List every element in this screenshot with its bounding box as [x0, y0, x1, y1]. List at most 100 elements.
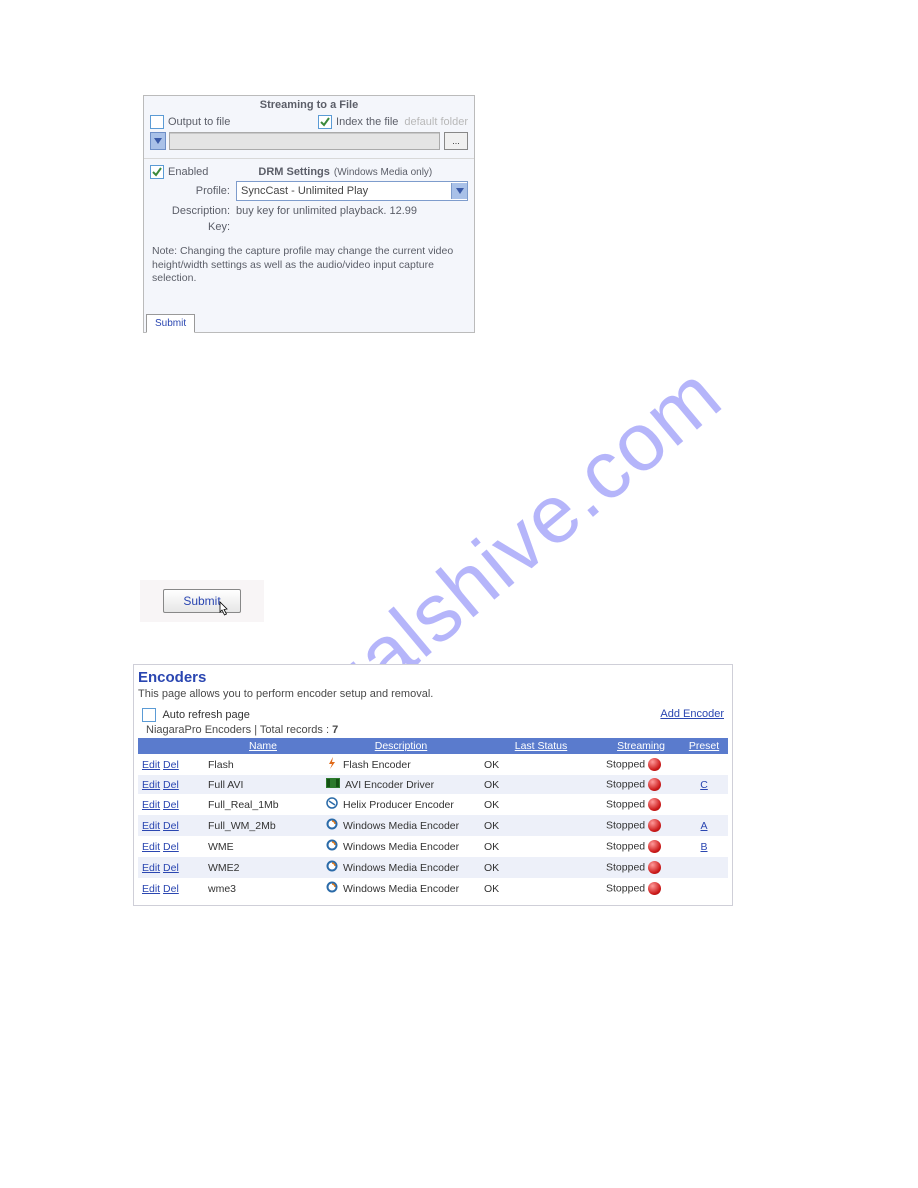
encoder-driver: Helix Producer Encoder	[343, 799, 454, 811]
index-the-file-checkbox[interactable]	[318, 115, 332, 129]
encoders-title: Encoders	[138, 669, 728, 686]
encoder-driver: Windows Media Encoder	[343, 841, 459, 853]
encoders-panel: Encoders This page allows you to perform…	[133, 664, 733, 906]
col-name[interactable]: Name	[204, 738, 322, 754]
encoder-status: OK	[480, 815, 602, 836]
table-row: Edit DelFull_WM_2MbWindows Media Encoder…	[138, 815, 728, 836]
encoder-name: Full AVI	[204, 775, 322, 794]
encoder-driver: Flash Encoder	[343, 759, 411, 771]
submit-button-figure: Submit	[140, 580, 264, 622]
table-row: Edit Del Full AVI AVI Encoder Driver OK Stop…	[138, 775, 728, 794]
preset-link[interactable]: A	[700, 820, 707, 832]
description-value: buy key for unlimited playback. 12.99	[236, 205, 468, 217]
col-description[interactable]: Description	[322, 738, 480, 754]
edit-link[interactable]: Edit	[142, 799, 160, 811]
streaming-status: Stopped	[606, 778, 645, 790]
del-link[interactable]: Del	[163, 841, 179, 853]
edit-link[interactable]: Edit	[142, 759, 160, 771]
stop-indicator-icon	[648, 819, 661, 832]
output-to-file-checkbox[interactable]	[150, 115, 164, 129]
browse-button[interactable]: ...	[444, 132, 468, 150]
col-streaming[interactable]: Streaming	[602, 738, 680, 754]
edit-link[interactable]: Edit	[142, 841, 160, 853]
streaming-status: Stopped	[606, 882, 645, 894]
drm-enabled-checkbox[interactable]	[150, 165, 164, 179]
encoder-status: OK	[480, 754, 602, 775]
drm-enabled-label: Enabled	[168, 166, 208, 178]
stop-indicator-icon	[648, 758, 661, 771]
encoders-table: Name Description Last Status Streaming P…	[138, 738, 728, 899]
edit-link[interactable]: Edit	[142, 862, 160, 874]
streaming-status: Stopped	[606, 861, 645, 873]
total-records: 7	[332, 724, 338, 736]
table-row: Edit Del Full_Real_1Mb Helix Producer Enco…	[138, 794, 728, 815]
path-dropdown-button[interactable]	[150, 132, 166, 150]
encoder-name: WME2	[204, 857, 322, 878]
encoder-status: OK	[480, 836, 602, 857]
encoder-name: WME	[204, 836, 322, 857]
drm-settings-subtitle: (Windows Media only)	[334, 167, 432, 178]
encoder-name: Flash	[204, 754, 322, 775]
stop-indicator-icon	[648, 861, 661, 874]
edit-link[interactable]: Edit	[142, 820, 160, 832]
output-to-file-label: Output to file	[168, 116, 230, 128]
encoder-name: Full_Real_1Mb	[204, 794, 322, 815]
col-last-status[interactable]: Last Status	[480, 738, 602, 754]
wme-icon	[326, 839, 338, 854]
profile-select-value: SyncCast - Unlimited Play	[241, 185, 368, 197]
wme-icon	[326, 818, 338, 833]
del-link[interactable]: Del	[163, 820, 179, 832]
description-label: Description:	[150, 205, 236, 217]
auto-refresh-checkbox[interactable]	[142, 708, 156, 722]
index-the-file-label: Index the file	[336, 116, 398, 128]
del-link[interactable]: Del	[163, 759, 179, 771]
wme-icon	[326, 881, 338, 896]
table-row: Edit Delwme3Windows Media EncoderOKStopp…	[138, 878, 728, 899]
del-link[interactable]: Del	[163, 862, 179, 874]
auto-refresh-label: Auto refresh page	[162, 709, 249, 721]
table-row: Edit DelWME2Windows Media EncoderOKStopp…	[138, 857, 728, 878]
encoder-status: OK	[480, 794, 602, 815]
table-row: Edit Del Flash Flash Encoder OK Stopped	[138, 754, 728, 775]
add-encoder-link[interactable]: Add Encoder	[660, 708, 724, 720]
cursor-pointer-icon	[214, 601, 232, 619]
encoder-name: wme3	[204, 878, 322, 899]
preset-link[interactable]: C	[700, 779, 708, 791]
drm-settings-title: DRM Settings	[258, 166, 330, 178]
encoder-status: OK	[480, 857, 602, 878]
key-label: Key:	[150, 221, 236, 233]
del-link[interactable]: Del	[163, 779, 179, 791]
helix-icon	[326, 797, 338, 812]
streaming-to-file-panel: Streaming to a File Output to file Index…	[143, 95, 475, 333]
encoder-driver: AVI Encoder Driver	[345, 779, 434, 791]
edit-link[interactable]: Edit	[142, 883, 160, 895]
streaming-panel-title: Streaming to a File	[144, 96, 474, 114]
submit-tab-button[interactable]: Submit	[146, 314, 195, 333]
preset-link[interactable]: B	[700, 841, 707, 853]
streaming-status: Stopped	[606, 798, 645, 810]
streaming-status: Stopped	[606, 758, 645, 770]
flash-icon	[326, 757, 338, 772]
encoder-status: OK	[480, 775, 602, 794]
encoders-subtitle: This page allows you to perform encoder …	[138, 688, 728, 700]
del-link[interactable]: Del	[163, 883, 179, 895]
encoder-name: Full_WM_2Mb	[204, 815, 322, 836]
profile-select[interactable]: SyncCast - Unlimited Play	[236, 181, 468, 201]
totals-prefix: NiagaraPro Encoders | Total records :	[146, 724, 332, 736]
encoder-status: OK	[480, 878, 602, 899]
stop-indicator-icon	[648, 882, 661, 895]
table-row: Edit Del WME Windows Media Encoder OK Stoppe…	[138, 836, 728, 857]
avi-icon	[326, 778, 340, 791]
edit-link[interactable]: Edit	[142, 779, 160, 791]
streaming-status: Stopped	[606, 840, 645, 852]
stop-indicator-icon	[648, 798, 661, 811]
del-link[interactable]: Del	[163, 799, 179, 811]
col-preset[interactable]: Preset	[680, 738, 728, 754]
profile-change-note: Note: Changing the capture profile may c…	[144, 235, 474, 312]
stop-indicator-icon	[648, 840, 661, 853]
default-folder-link[interactable]: default folder	[404, 116, 468, 128]
chevron-down-icon	[451, 183, 467, 199]
output-path-input[interactable]	[169, 132, 440, 150]
submit-button[interactable]: Submit	[163, 589, 241, 613]
profile-label: Profile:	[150, 185, 236, 197]
